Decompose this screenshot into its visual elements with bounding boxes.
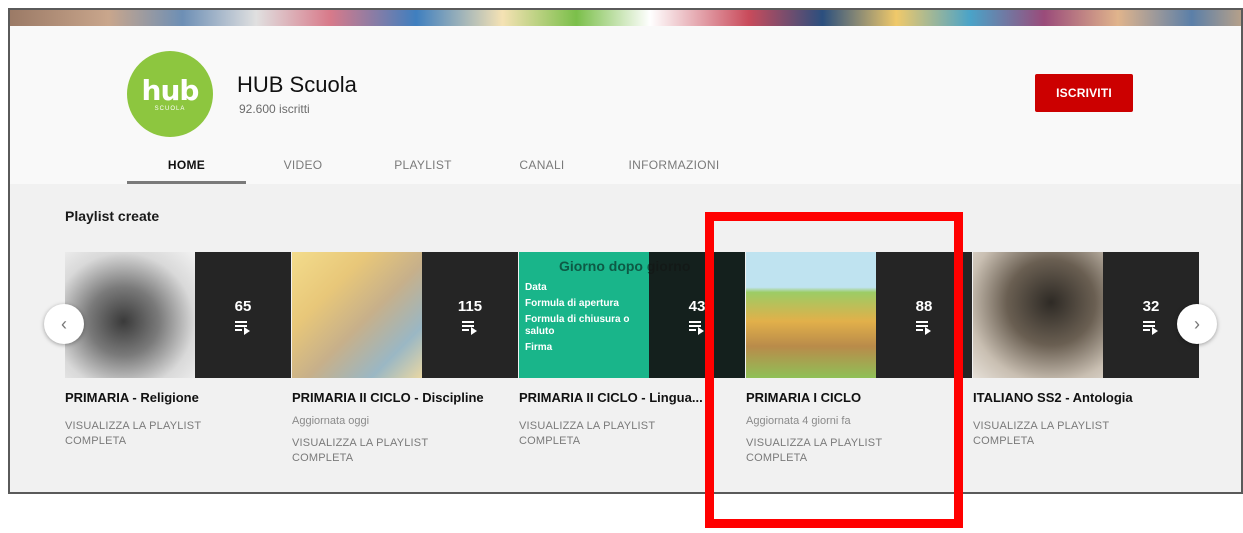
view-full-playlist-link[interactable]: VISUALIZZA LA PLAYLIST COMPLETA (292, 436, 462, 466)
playlist-title[interactable]: PRIMARIA II CICLO - Discipline (292, 390, 518, 405)
playlist-updated: Aggiornata oggi (292, 415, 370, 427)
playlist-thumbnail[interactable]: 65 (65, 252, 291, 378)
thumbnail-list: Data Formula di apertura Formula di chiu… (525, 282, 635, 354)
playlist-icon (235, 320, 251, 335)
playlist-overlay: 115 (422, 252, 518, 378)
section-title[interactable]: Playlist create (65, 208, 159, 224)
playlist-title[interactable]: ITALIANO SS2 - Antologia (973, 390, 1199, 405)
carousel-next-button[interactable]: › (1177, 304, 1217, 344)
tab-playlist[interactable]: PLAYLIST (360, 146, 486, 184)
channel-tabs: HOME VIDEO PLAYLIST CANALI INFORMAZIONI (127, 146, 750, 184)
carousel-prev-button[interactable]: ‹ (44, 304, 84, 344)
tab-canali[interactable]: CANALI (486, 146, 598, 184)
hub-logo-subtext: SCUOLA (154, 105, 186, 112)
view-full-playlist-link[interactable]: VISUALIZZA LA PLAYLIST COMPLETA (65, 419, 235, 449)
home-content: Playlist create 65 PRIMARIA - Religione … (10, 184, 1241, 492)
tab-informazioni[interactable]: INFORMAZIONI (598, 146, 750, 184)
playlist-title[interactable]: PRIMARIA - Religione (65, 390, 291, 405)
playlist-icon (462, 320, 478, 335)
tab-video[interactable]: VIDEO (246, 146, 360, 184)
channel-page-frame: hub SCUOLA HUB Scuola 92.600 iscritti IS… (8, 8, 1243, 494)
chevron-right-icon: › (1194, 313, 1200, 334)
thumbnail-image (65, 252, 195, 378)
tab-home[interactable]: HOME (127, 146, 246, 184)
video-count: 43 (688, 297, 706, 315)
channel-name[interactable]: HUB Scuola (237, 72, 357, 98)
subscriber-count: 92.600 iscritti (239, 102, 310, 116)
playlist-card[interactable]: 115 PRIMARIA II CICLO - Discipline Aggio… (292, 252, 518, 466)
thumbnail-list-item: Formula di chiusura o saluto (525, 314, 630, 337)
video-count: 65 (234, 297, 252, 315)
thumbnail-list-item: Data (525, 282, 547, 293)
playlist-icon (689, 320, 705, 335)
thumbnail-list-item: Formula di apertura (525, 298, 619, 309)
subscribe-button[interactable]: ISCRIVITI (1035, 74, 1133, 112)
playlist-card[interactable]: 32 ITALIANO SS2 - Antologia VISUALIZZA L… (973, 252, 1199, 449)
thumbnail-list-item: Firma (525, 342, 553, 353)
playlist-icon (1143, 320, 1159, 335)
channel-header: hub SCUOLA HUB Scuola 92.600 iscritti IS… (10, 26, 1241, 184)
hub-logo-text: hub (141, 73, 200, 107)
video-count: 115 (457, 297, 483, 315)
video-count: 32 (1142, 297, 1160, 315)
chevron-left-icon: ‹ (61, 313, 67, 334)
playlist-card[interactable]: 65 PRIMARIA - Religione VISUALIZZA LA PL… (65, 252, 291, 449)
thumbnail-image (292, 252, 422, 378)
highlight-box (705, 212, 963, 528)
channel-avatar[interactable]: hub SCUOLA (127, 51, 213, 137)
view-full-playlist-link[interactable]: VISUALIZZA LA PLAYLIST COMPLETA (519, 419, 689, 449)
channel-banner (10, 10, 1241, 26)
playlist-thumbnail[interactable]: 32 (973, 252, 1199, 378)
playlist-thumbnail[interactable]: 115 (292, 252, 518, 378)
view-full-playlist-link[interactable]: VISUALIZZA LA PLAYLIST COMPLETA (973, 419, 1143, 449)
playlist-overlay: 65 (195, 252, 291, 378)
thumbnail-image (973, 252, 1103, 378)
